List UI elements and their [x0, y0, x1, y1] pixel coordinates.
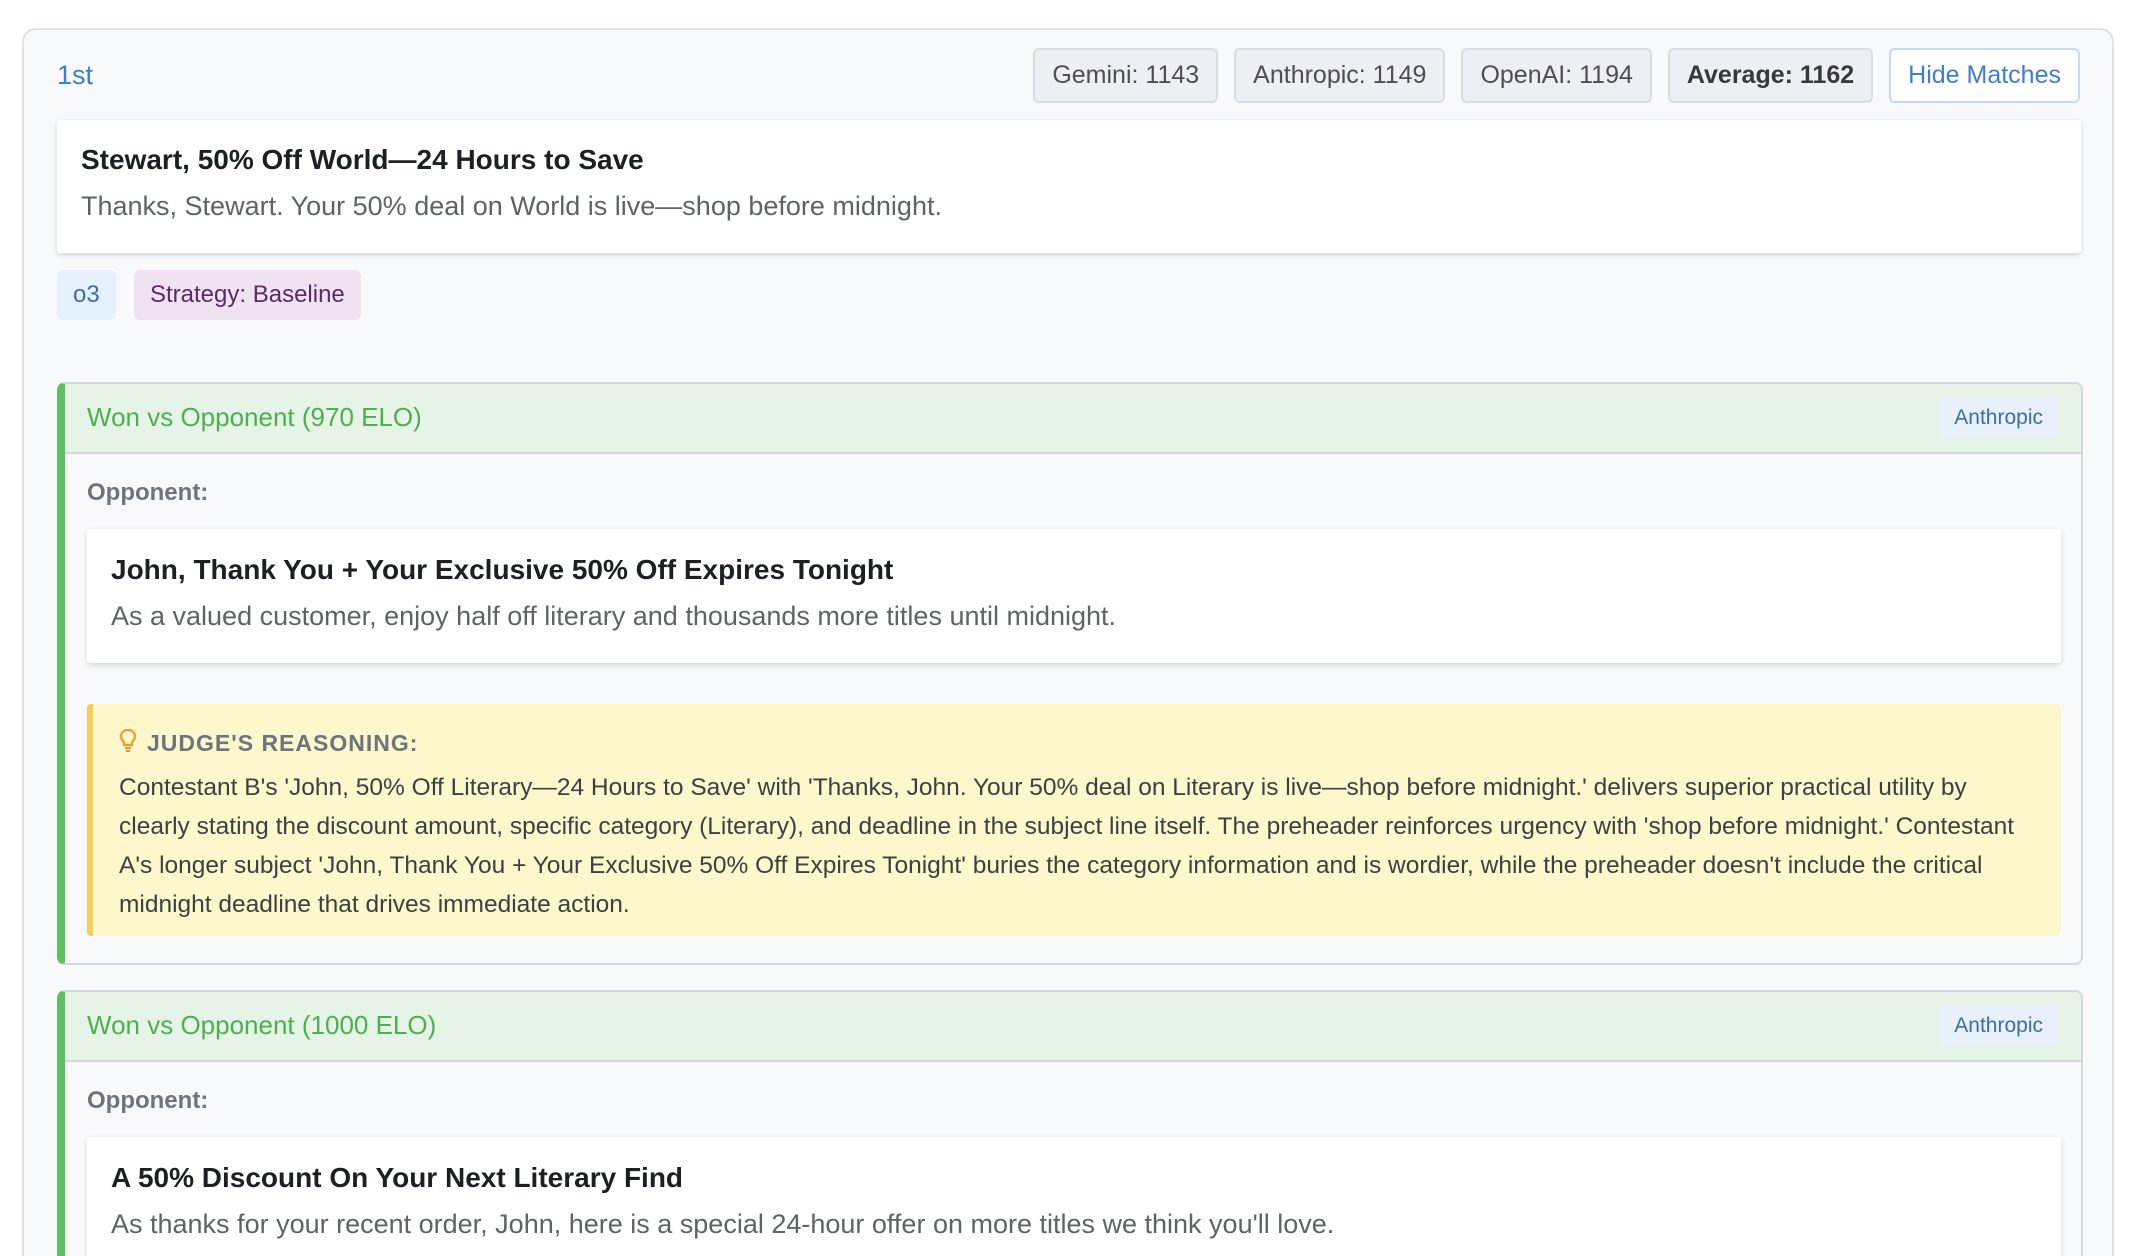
rank-label: 1st: [57, 60, 94, 90]
opponent-preheader: As a valued customer, enjoy half off lit…: [111, 601, 1117, 631]
match-result: Won vs Opponent (1000 ELO): [87, 1010, 437, 1040]
opponent-email-preview: John, Thank You + Your Exclusive 50% Off…: [87, 529, 2061, 663]
match-header: Won vs Opponent (970 ELO) Anthropic: [65, 384, 2081, 454]
opponent-subject: John, Thank You + Your Exclusive 50% Off…: [111, 554, 894, 585]
score-row: Gemini: 1143 Anthropic: 1149 OpenAI: 119…: [1033, 48, 2080, 103]
opponent-preheader: As thanks for your recent order, John, h…: [111, 1209, 1335, 1239]
reasoning-text: Contestant B's 'John, 50% Off Literary—2…: [119, 774, 2015, 918]
opponent-subject: A 50% Discount On Your Next Literary Fin…: [111, 1162, 684, 1193]
strategy-tag: Strategy: Baseline: [134, 270, 361, 320]
lightbulb-icon: [119, 728, 137, 758]
match-result: Won vs Opponent (970 ELO): [87, 402, 422, 432]
email-subject: Stewart, 50% Off World—24 Hours to Save: [81, 144, 644, 175]
gemini-score: Gemini: 1143: [1033, 48, 1219, 103]
average-score: Average: 1162: [1667, 48, 1874, 103]
email-preheader: Thanks, Stewart. Your 50% deal on World …: [81, 191, 942, 221]
match-card: Won vs Opponent (970 ELO) Anthropic Oppo…: [57, 382, 2083, 965]
judge-badge: Anthropic: [1940, 398, 2057, 438]
hide-matches-button[interactable]: Hide Matches: [1889, 48, 2080, 103]
reasoning-title: JUDGE'S REASONING:: [147, 729, 419, 756]
anthropic-score: Anthropic: 1149: [1234, 48, 1446, 103]
opponent-label: Opponent:: [87, 479, 209, 506]
entry-card: 1st Gemini: 1143 Anthropic: 1149 OpenAI:…: [22, 28, 2114, 1256]
opponent-email-preview: A 50% Discount On Your Next Literary Fin…: [87, 1137, 2061, 1256]
match-card: Won vs Opponent (1000 ELO) Anthropic Opp…: [57, 990, 2083, 1256]
opponent-label: Opponent:: [87, 1087, 209, 1114]
openai-score: OpenAI: 1194: [1461, 48, 1652, 103]
model-tag: o3: [57, 270, 116, 320]
judge-badge: Anthropic: [1940, 1006, 2057, 1046]
entry-email-preview: Stewart, 50% Off World—24 Hours to Save …: [57, 120, 2081, 253]
reasoning-header: JUDGE'S REASONING:: [119, 728, 2061, 758]
judge-reasoning: JUDGE'S REASONING: Contestant B's 'John,…: [87, 704, 2061, 936]
match-header: Won vs Opponent (1000 ELO) Anthropic: [65, 992, 2081, 1062]
